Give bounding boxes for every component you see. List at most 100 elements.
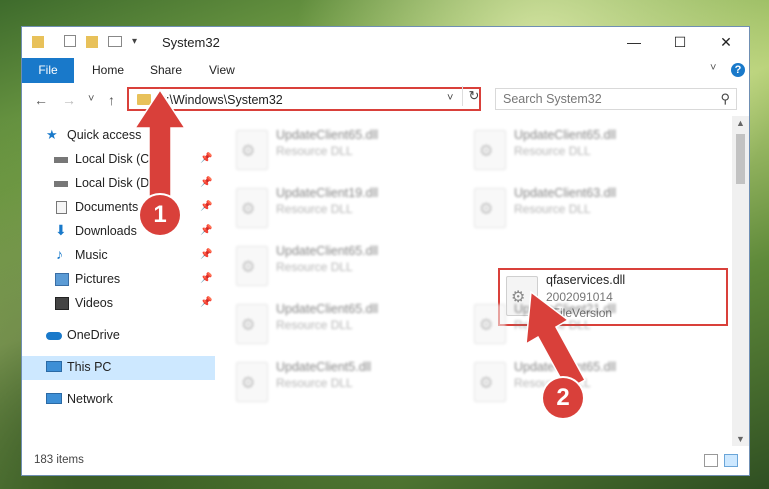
pin-icon: 📌 [200, 297, 213, 308]
pc-icon [46, 361, 62, 372]
tab-home[interactable]: Home [92, 58, 124, 83]
step-badge-1: 1 [140, 195, 180, 235]
file-type: Resource DLL [514, 202, 591, 216]
details-view-icon[interactable] [704, 454, 718, 467]
sidebar-item-documents[interactable]: Documents 📌 [22, 196, 215, 220]
sidebar-item-label: Quick access [67, 128, 142, 142]
large-icons-view-icon[interactable] [724, 454, 738, 467]
sidebar-item-label: OneDrive [67, 328, 120, 342]
ribbon-tabs: File Home Share View ˅ ? [22, 58, 749, 84]
help-icon[interactable]: ? [731, 63, 745, 77]
file-name: UpdateClient21.dll [514, 302, 617, 316]
gear-icon: ⚙ [241, 317, 256, 334]
window-title: System32 [162, 35, 220, 50]
gear-icon: ⚙ [241, 143, 256, 160]
drive-icon [54, 181, 68, 187]
sidebar-item-onedrive[interactable]: OneDrive [22, 324, 215, 348]
file-explorer-window: ▾ System32 — ☐ ✕ File Home Share View ˅ … [22, 27, 749, 475]
file-name: UpdateClient63.dll [514, 186, 617, 200]
sidebar-item-local-disk-d[interactable]: Local Disk (D:) 📌 [22, 172, 215, 196]
item-count: 183 items [34, 454, 84, 466]
address-bar[interactable]: C:\Windows\System32 ˅ [127, 87, 481, 111]
sidebar-item-label: Network [67, 392, 113, 406]
title-bar: ▾ System32 — ☐ ✕ [22, 27, 749, 58]
sidebar-item-network[interactable]: Network [22, 388, 215, 412]
search-placeholder: Search System32 [503, 92, 602, 106]
sidebar-item-label: Videos [75, 296, 113, 310]
sidebar-item-quick-access[interactable]: ★ Quick access [22, 124, 215, 148]
tab-view[interactable]: View [209, 58, 235, 83]
maximize-button[interactable]: ☐ [657, 27, 703, 58]
list-item[interactable]: ⚙ UpdateClient65.dll Resource DLL [224, 240, 454, 288]
file-type: Resource DLL [276, 376, 353, 390]
pin-icon: 📌 [200, 225, 213, 236]
address-dropdown-icon[interactable]: ˅ [447, 92, 453, 104]
list-item[interactable]: ⚙ UpdateClient65.dll Resource DLL [462, 124, 692, 172]
music-icon: ♪ [56, 246, 63, 262]
sidebar-item-label: Local Disk (C:) [75, 152, 157, 166]
navigation-pane: ★ Quick access Local Disk (C:) 📌 Local D… [22, 116, 215, 446]
list-item[interactable]: ⚙ UpdateClient5.dll Resource DLL [224, 356, 454, 404]
search-input[interactable]: Search System32 ⚲ [495, 88, 737, 110]
scroll-up-icon[interactable]: ▲ [736, 118, 745, 128]
recent-locations-button[interactable]: ˅ [88, 93, 94, 105]
up-button[interactable]: ↑ [108, 92, 115, 108]
gear-icon: ⚙ [479, 201, 494, 218]
tab-share[interactable]: Share [150, 58, 182, 83]
downloads-icon: ⬇ [55, 222, 67, 238]
minimize-button[interactable]: — [611, 27, 657, 58]
pin-icon: 📌 [200, 201, 213, 212]
file-name: UpdateClient19.dll [276, 186, 379, 200]
forward-button[interactable]: → [62, 92, 76, 108]
navigation-bar: ← → ˅ ↑ C:\Windows\System32 ˅ ↻ Search S… [22, 83, 749, 116]
expand-ribbon-icon[interactable]: ˅ [710, 62, 716, 74]
tab-file[interactable]: File [22, 58, 74, 83]
sidebar-item-local-disk-c[interactable]: Local Disk (C:) 📌 [22, 148, 215, 172]
vertical-scrollbar[interactable]: ▲ ▼ [732, 116, 749, 446]
file-name: UpdateClient5.dll [276, 360, 372, 374]
list-item[interactable]: ⚙ UpdateClient21.dll Resource DLL [462, 298, 692, 346]
scroll-thumb[interactable] [736, 134, 745, 184]
sidebar-item-label: Music [75, 248, 108, 262]
gear-icon: ⚙ [479, 143, 494, 160]
list-item[interactable]: ⚙ UpdateClient65.dll Resource DLL [224, 124, 454, 172]
file-name: qfaservices.dll [546, 273, 626, 287]
customize-toolbar-icon[interactable] [108, 36, 122, 47]
pin-icon: 📌 [200, 273, 213, 284]
list-item[interactable]: ⚙ UpdateClient65.dll Resource DLL [224, 298, 454, 346]
sidebar-item-music[interactable]: ♪ Music 📌 [22, 244, 215, 268]
star-icon: ★ [46, 127, 58, 142]
refresh-button[interactable]: ↻ [462, 86, 485, 106]
file-name: UpdateClient65.dll [276, 302, 379, 316]
sidebar-item-downloads[interactable]: ⬇ Downloads 📌 [22, 220, 215, 244]
sidebar-item-this-pc[interactable]: This PC [22, 356, 215, 380]
address-path[interactable]: C:\Windows\System32 [157, 93, 283, 107]
gear-icon: ⚙ [479, 375, 494, 392]
scroll-down-icon[interactable]: ▼ [736, 434, 745, 444]
gear-icon: ⚙ [479, 317, 494, 334]
close-button[interactable]: ✕ [703, 27, 749, 58]
pin-icon: 📌 [200, 249, 213, 260]
pin-icon: 📌 [200, 153, 213, 164]
sidebar-item-label: Downloads [75, 224, 137, 238]
properties-icon[interactable] [64, 35, 76, 47]
file-type: Resource DLL [276, 318, 353, 332]
gear-icon: ⚙ [241, 375, 256, 392]
list-item[interactable]: ⚙ UpdateClient63.dll Resource DLL [462, 182, 692, 230]
file-list: ⚙ UpdateClient65.dll Resource DLL ⚙ Upda… [224, 116, 729, 446]
list-item[interactable]: ⚙ UpdateClient19.dll Resource DLL [224, 182, 454, 230]
sidebar-item-label: Local Disk (D:) [75, 176, 157, 190]
file-name: UpdateClient65.dll [276, 244, 379, 258]
sidebar-item-pictures[interactable]: Pictures 📌 [22, 268, 215, 292]
new-folder-icon[interactable] [86, 36, 98, 48]
videos-icon [55, 297, 69, 310]
gear-icon: ⚙ [241, 201, 256, 218]
sidebar-item-videos[interactable]: Videos 📌 [22, 292, 215, 316]
toolbar-dropdown-icon[interactable]: ▾ [132, 36, 137, 52]
network-icon [46, 393, 62, 404]
back-button[interactable]: ← [34, 92, 48, 108]
search-icon[interactable]: ⚲ [720, 91, 730, 107]
step-badge-2: 2 [543, 378, 583, 418]
pin-icon: 📌 [200, 177, 213, 188]
file-type: Resource DLL [514, 318, 591, 332]
